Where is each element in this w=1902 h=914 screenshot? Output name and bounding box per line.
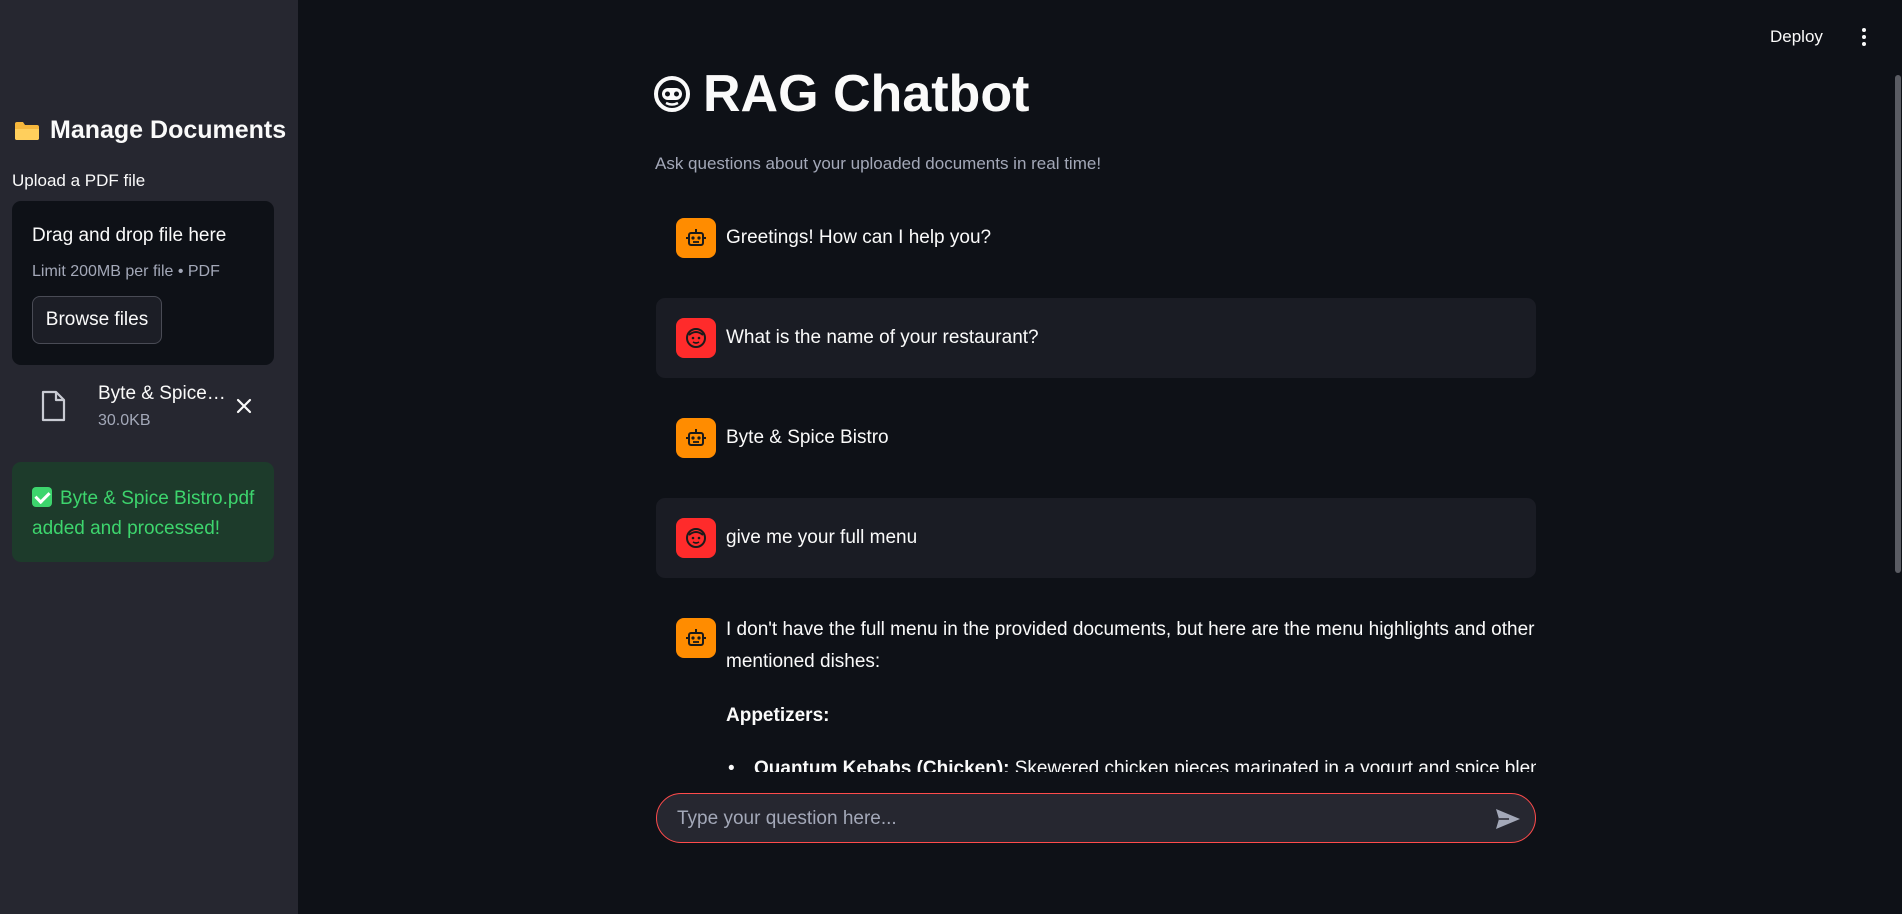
- assistant-avatar: [676, 618, 716, 658]
- scrollbar[interactable]: [1895, 75, 1901, 573]
- message-text: I don't have the full menu in the provid…: [726, 619, 1535, 672]
- sidebar: Manage Documents Upload a PDF file Drag …: [0, 0, 298, 914]
- chat-message-user: give me your full menu: [656, 498, 1536, 578]
- file-dropzone[interactable]: Drag and drop file here Limit 200MB per …: [12, 201, 274, 365]
- robot-icon: [686, 429, 706, 446]
- page-title: RAG Chatbot: [653, 64, 1029, 124]
- robot-icon: [686, 629, 706, 646]
- chat-input-container: [656, 793, 1536, 844]
- success-alert: Byte & Spice Bistro.pdf added and proces…: [12, 462, 274, 562]
- page-subtitle: Ask questions about your uploaded docume…: [655, 154, 1102, 173]
- dropzone-title: Drag and drop file here: [32, 225, 227, 246]
- file-name: Byte & Spice Bistro.pdf: [98, 383, 228, 404]
- success-message: Byte & Spice Bistro.pdf added and proces…: [32, 488, 255, 539]
- robot-icon: [686, 229, 706, 246]
- list-item-text: Skewered chicken pieces marinated in a y…: [1009, 758, 1536, 772]
- uploaded-file-item: Byte & Spice Bistro.pdf 30.0KB: [12, 378, 274, 434]
- deploy-button[interactable]: Deploy: [1770, 27, 1823, 47]
- chat-scroll-area: I don't have the full menu in the provid…: [656, 612, 1536, 772]
- close-icon: [236, 398, 252, 414]
- user-face-icon: [686, 528, 706, 548]
- checkmark-icon: [32, 487, 52, 507]
- message-text: give me your full menu: [726, 527, 918, 548]
- robot-face-icon: [654, 76, 690, 112]
- browse-files-button[interactable]: Browse files: [32, 296, 162, 344]
- folder-icon: [15, 121, 39, 140]
- message-heading: Appetizers:: [726, 705, 830, 726]
- message-text: What is the name of your restaurant?: [726, 327, 1039, 348]
- chat-message-assistant: Byte & Spice Bistro: [656, 406, 1536, 470]
- user-face-icon: [686, 328, 706, 348]
- page-title-text: RAG Chatbot: [703, 65, 1030, 123]
- send-icon[interactable]: [1495, 807, 1521, 831]
- user-avatar: [676, 518, 716, 558]
- file-size: 30.0KB: [98, 412, 151, 429]
- remove-file-button[interactable]: [230, 392, 258, 420]
- assistant-avatar: [676, 218, 716, 258]
- message-text: Byte & Spice Bistro: [726, 427, 889, 448]
- message-text: Greetings! How can I help you?: [726, 227, 992, 248]
- sidebar-title: Manage Documents: [14, 116, 286, 145]
- chat-message-assistant: Greetings! How can I help you?: [656, 206, 1536, 270]
- chat-message-user: What is the name of your restaurant?: [656, 298, 1536, 378]
- main-menu-icon[interactable]: [1856, 26, 1872, 50]
- upload-label: Upload a PDF file: [12, 171, 146, 190]
- chat-input[interactable]: [675, 794, 1459, 844]
- user-avatar: [676, 318, 716, 358]
- file-icon: [41, 390, 66, 422]
- dropzone-limit: Limit 200MB per file • PDF: [32, 263, 220, 280]
- list-item-title: Quantum Kebabs (Chicken):: [754, 758, 1010, 772]
- assistant-avatar: [676, 418, 716, 458]
- bullet-dot: •: [728, 758, 735, 772]
- sidebar-title-text: Manage Documents: [50, 116, 287, 144]
